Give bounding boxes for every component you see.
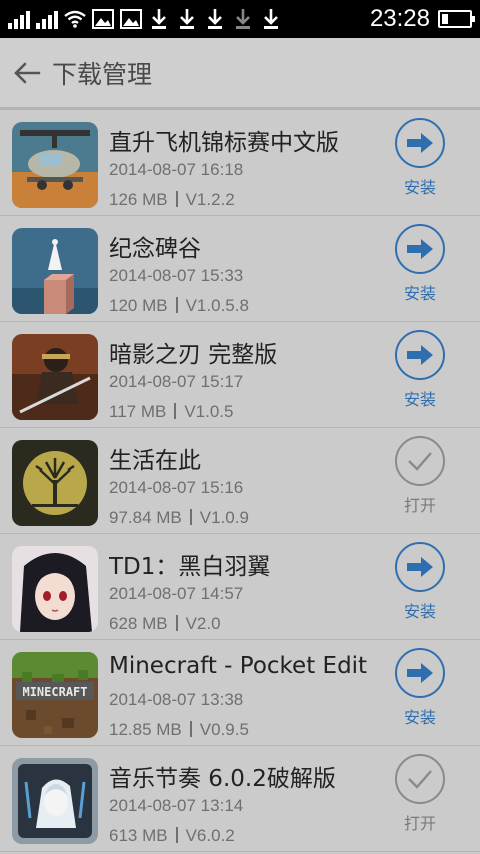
back-button[interactable] [4,50,50,96]
app-size: 12.85 MB [109,720,182,739]
signal-strength-icon [8,9,30,29]
separator [189,509,192,525]
helicopter-icon [12,122,98,208]
app-meta: 628 MB V2.0 [109,614,221,634]
download-list: 直升飞机锦标赛中文版 2014-08-07 16:18 126 MB V1.2.2… [0,110,480,852]
shadow-blade-icon [12,334,98,420]
app-version: V1.0.5 [184,402,234,421]
list-item[interactable]: 纪念碑谷 2014-08-07 15:33 120 MB V1.0.5.8 安装 [0,216,480,322]
install-label: 安装 [403,390,436,409]
install-label: 安装 [403,178,436,197]
app-meta: 117 MB V1.0.5 [109,402,233,422]
app-name: TD1：黑白羽翼 [109,554,271,580]
battery-icon [438,10,475,28]
open-label: 打开 [403,814,436,833]
clock: 23:28 [369,5,430,32]
separator [189,721,192,737]
title-bar: 下载管理 [0,38,480,110]
install-label: 安装 [403,708,436,727]
list-item[interactable]: MINECRAFT Minecraft - Pocket Edition 201… [0,640,480,746]
app-meta: 126 MB V1.2.2 [109,190,235,210]
list-item[interactable]: 暗影之刃 完整版 2014-08-07 15:17 117 MB V1.0.5 安… [0,322,480,428]
download-icon [148,8,170,30]
separator [175,191,178,207]
download-date: 2014-08-07 16:18 [109,160,244,179]
download-3-icon [204,8,226,30]
music-rhythm-icon [12,758,98,844]
page-title: 下载管理 [52,59,153,89]
download-4-icon [260,8,282,30]
app-size: 120 MB [109,296,168,315]
open-button[interactable]: 打开 [388,754,452,834]
app-name: 直升飞机锦标赛中文版 [109,130,339,156]
list-item[interactable]: 音乐节奏 6.0.2破解版 2014-08-07 13:14 613 MB V6.… [0,746,480,852]
download-date: 2014-08-07 13:38 [109,690,244,709]
download-date: 2014-08-07 14:57 [109,584,244,603]
open-label: 打开 [403,496,436,515]
app-name: 暗影之刃 完整版 [109,342,278,368]
separator [175,827,178,843]
app-meta: 120 MB V1.0.5.8 [109,296,249,316]
open-button[interactable]: 打开 [388,436,452,516]
back-arrow-icon [14,62,41,83]
checkmark-icon [395,754,445,804]
signal-strength-2-icon [36,9,58,29]
app-size: 97.84 MB [109,508,182,527]
download-progress-icon [232,8,254,30]
app-size: 117 MB [109,402,167,421]
install-arrow-icon [395,648,445,698]
install-arrow-icon [395,542,445,592]
app-version: V1.0.9 [199,508,249,527]
download-2-icon [176,8,198,30]
separator [174,403,177,419]
app-version: V1.0.5.8 [185,296,249,315]
app-size: 628 MB [109,614,168,633]
install-arrow-icon [395,224,445,274]
status-bar: 23:28 [0,0,480,38]
separator [175,297,178,313]
download-date: 2014-08-07 15:17 [109,372,244,391]
minecraft-icon: MINECRAFT [12,652,98,738]
install-button[interactable]: 安装 [388,542,452,622]
tree-icon [12,440,98,526]
app-size: 613 MB [109,826,168,845]
list-item[interactable]: TD1：黑白羽翼 2014-08-07 14:57 628 MB V2.0 安装 [0,534,480,640]
image-notification-2-icon [120,8,142,30]
app-name: 生活在此 [109,448,201,474]
list-item[interactable]: 直升飞机锦标赛中文版 2014-08-07 16:18 126 MB V1.2.2… [0,110,480,216]
download-date: 2014-08-07 13:14 [109,796,244,815]
install-button[interactable]: 安装 [388,118,452,198]
app-meta: 12.85 MB V0.9.5 [109,720,249,740]
app-meta: 613 MB V6.0.2 [109,826,235,846]
install-arrow-icon [395,330,445,380]
image-notification-icon [92,8,114,30]
app-name: 音乐节奏 6.0.2破解版 [109,766,336,792]
list-item[interactable]: 生活在此 2014-08-07 15:16 97.84 MB V1.0.9 打开 [0,428,480,534]
monument-valley-icon [12,228,98,314]
wifi-icon [64,8,86,30]
install-button[interactable]: 安装 [388,330,452,410]
install-button[interactable]: 安装 [388,648,452,728]
download-date: 2014-08-07 15:33 [109,266,244,285]
anime-girl-icon [12,546,98,632]
install-label: 安装 [403,602,436,621]
checkmark-icon [395,436,445,486]
app-size: 126 MB [109,190,168,209]
app-version: V6.0.2 [185,826,235,845]
app-name: Minecraft - Pocket Edition [109,653,367,679]
separator [175,615,178,631]
download-date: 2014-08-07 15:16 [109,478,244,497]
app-version: V1.2.2 [185,190,235,209]
app-name: 纪念碑谷 [109,236,201,262]
install-arrow-icon [395,118,445,168]
app-version: V0.9.5 [199,720,249,739]
install-button[interactable]: 安装 [388,224,452,304]
svg-text:MINECRAFT: MINECRAFT [22,685,87,699]
app-version: V2.0 [185,614,221,633]
install-label: 安装 [403,284,436,303]
app-meta: 97.84 MB V1.0.9 [109,508,249,528]
